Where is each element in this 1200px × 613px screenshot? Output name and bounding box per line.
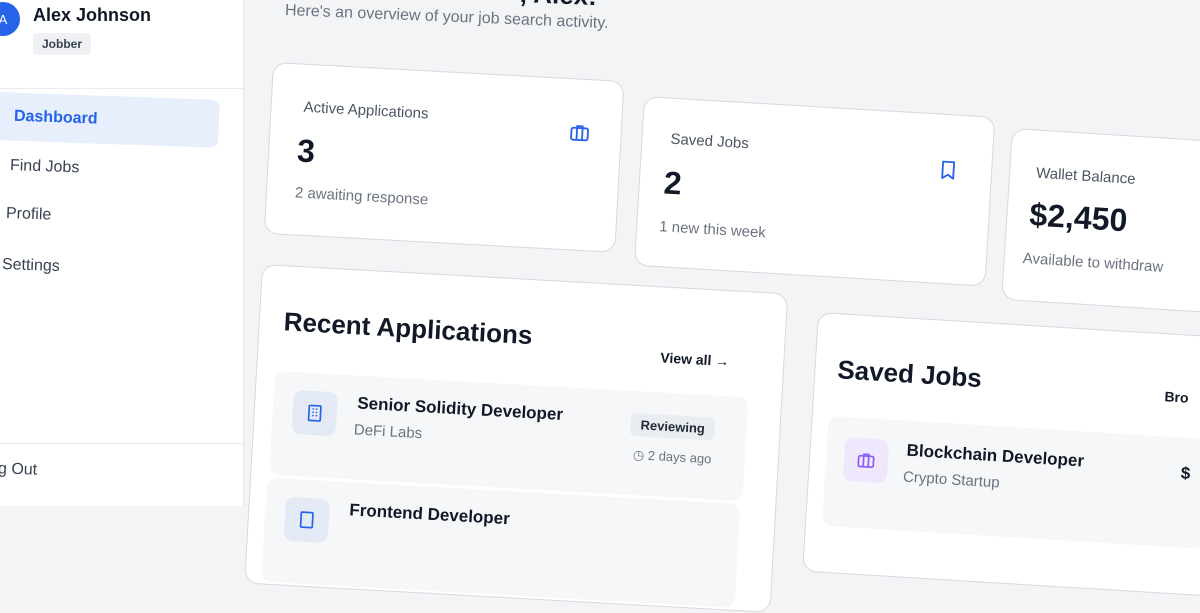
view-all-link[interactable]: View all → <box>660 349 730 369</box>
job-company: DeFi Labs <box>353 421 423 443</box>
view-all-label: View all <box>659 349 712 369</box>
building-icon <box>291 389 338 437</box>
browse-link[interactable]: Bro <box>1164 388 1189 405</box>
clock-icon: ◷ <box>632 447 645 463</box>
time-ago: ◷ 2 days ago <box>632 447 712 467</box>
job-title: Frontend Developer <box>348 500 511 529</box>
saved-job-row[interactable]: Blockchain Developer Crypto Startup $ <box>821 415 1200 550</box>
stat-value: 3 <box>296 132 316 170</box>
stat-label: Active Applications <box>303 98 429 123</box>
saved-jobs-title: Saved Jobs <box>836 354 983 394</box>
stat-label: Saved Jobs <box>669 130 750 153</box>
job-title: Blockchain Developer <box>906 440 1085 471</box>
page-title: , Alex! <box>519 0 597 12</box>
job-price: $ <box>1180 463 1191 484</box>
job-title: Senior Solidity Developer <box>356 393 564 425</box>
briefcase-icon <box>842 436 890 484</box>
stat-value: 2 <box>662 164 683 202</box>
bookmark-icon <box>941 160 956 180</box>
application-row[interactable]: Frontend Developer <box>261 477 741 608</box>
stat-sub: 2 awaiting response <box>294 184 429 209</box>
stat-card-saved-jobs[interactable]: Saved Jobs 2 1 new this week <box>633 96 996 287</box>
arrow-right-icon: → <box>714 352 730 370</box>
stat-card-active-applications[interactable]: Active Applications 3 2 awaiting respons… <box>263 62 625 253</box>
stat-sub: Available to withdraw <box>1022 249 1164 276</box>
recent-applications-panel: Recent Applications View all → Senior So… <box>244 264 789 613</box>
job-company: Crypto Startup <box>902 468 1001 492</box>
building-icon <box>283 496 330 544</box>
time-ago-label: 2 days ago <box>647 447 712 467</box>
status-badge: Reviewing <box>629 412 716 441</box>
main-content: , Alex! Here's an overview of your job s… <box>0 0 1200 613</box>
stat-sub: 1 new this week <box>658 218 767 242</box>
stat-value: $2,450 <box>1028 196 1129 239</box>
briefcase-icon <box>570 125 589 142</box>
stat-label: Wallet Balance <box>1035 164 1137 188</box>
saved-jobs-panel: Saved Jobs Bro Blockchain Developer Cryp… <box>802 312 1200 598</box>
recent-applications-title: Recent Applications <box>282 306 534 351</box>
stat-card-wallet-balance[interactable]: Wallet Balance $2,450 Available to withd… <box>1001 128 1200 319</box>
